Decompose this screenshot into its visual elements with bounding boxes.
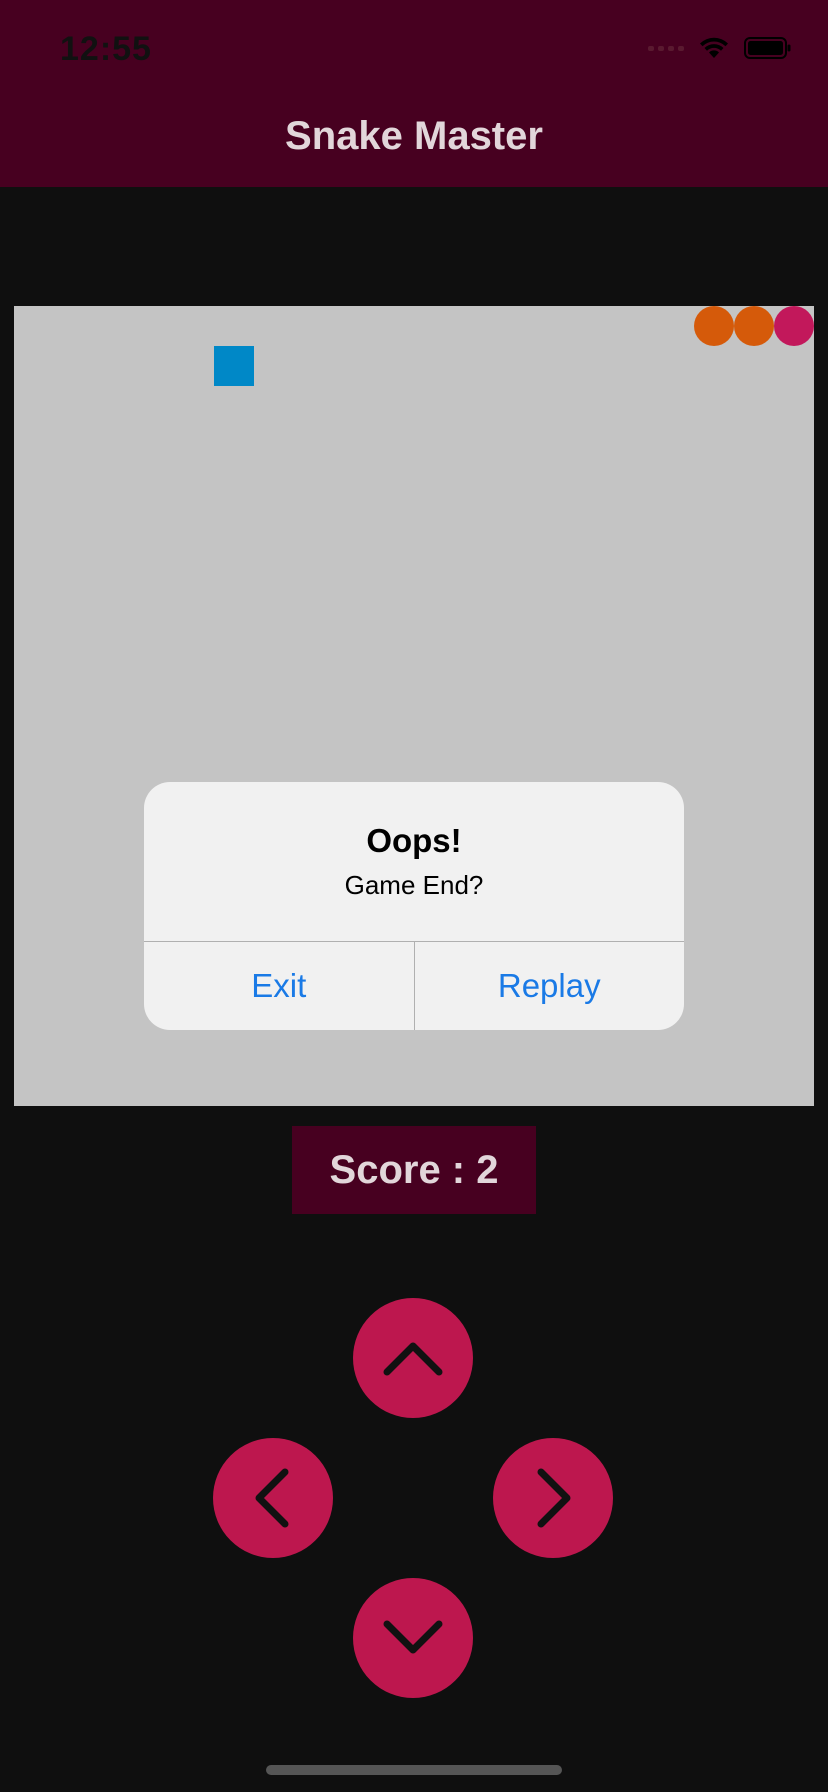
chevron-left-icon <box>255 1468 289 1528</box>
game-over-dialog: Oops! Game End? Exit Replay <box>144 782 684 1030</box>
snake-segment <box>734 306 774 346</box>
home-indicator[interactable] <box>266 1765 562 1775</box>
down-button[interactable] <box>353 1578 473 1698</box>
signal-icon <box>648 45 684 51</box>
chevron-up-icon <box>383 1342 443 1376</box>
exit-button[interactable]: Exit <box>144 942 414 1030</box>
wifi-icon <box>698 36 730 60</box>
status-icons <box>648 36 792 60</box>
food-block <box>214 346 254 386</box>
dialog-title: Oops! <box>366 822 462 859</box>
dialog-actions: Exit Replay <box>144 941 684 1030</box>
chevron-right-icon <box>537 1468 571 1528</box>
snake-segment <box>694 306 734 346</box>
replay-button[interactable]: Replay <box>413 942 685 1030</box>
right-button[interactable] <box>493 1438 613 1558</box>
app-title: Snake Master <box>285 114 543 158</box>
chevron-down-icon <box>383 1620 443 1654</box>
snake-head <box>774 306 814 346</box>
score-display: Score : 2 <box>292 1126 536 1214</box>
status-time: 12:55 <box>60 30 152 68</box>
app-header: 12:55 Snake Master <box>0 0 828 187</box>
battery-icon <box>744 36 792 60</box>
left-button[interactable] <box>213 1438 333 1558</box>
up-button[interactable] <box>353 1298 473 1418</box>
dialog-message: Game End? <box>344 870 484 900</box>
